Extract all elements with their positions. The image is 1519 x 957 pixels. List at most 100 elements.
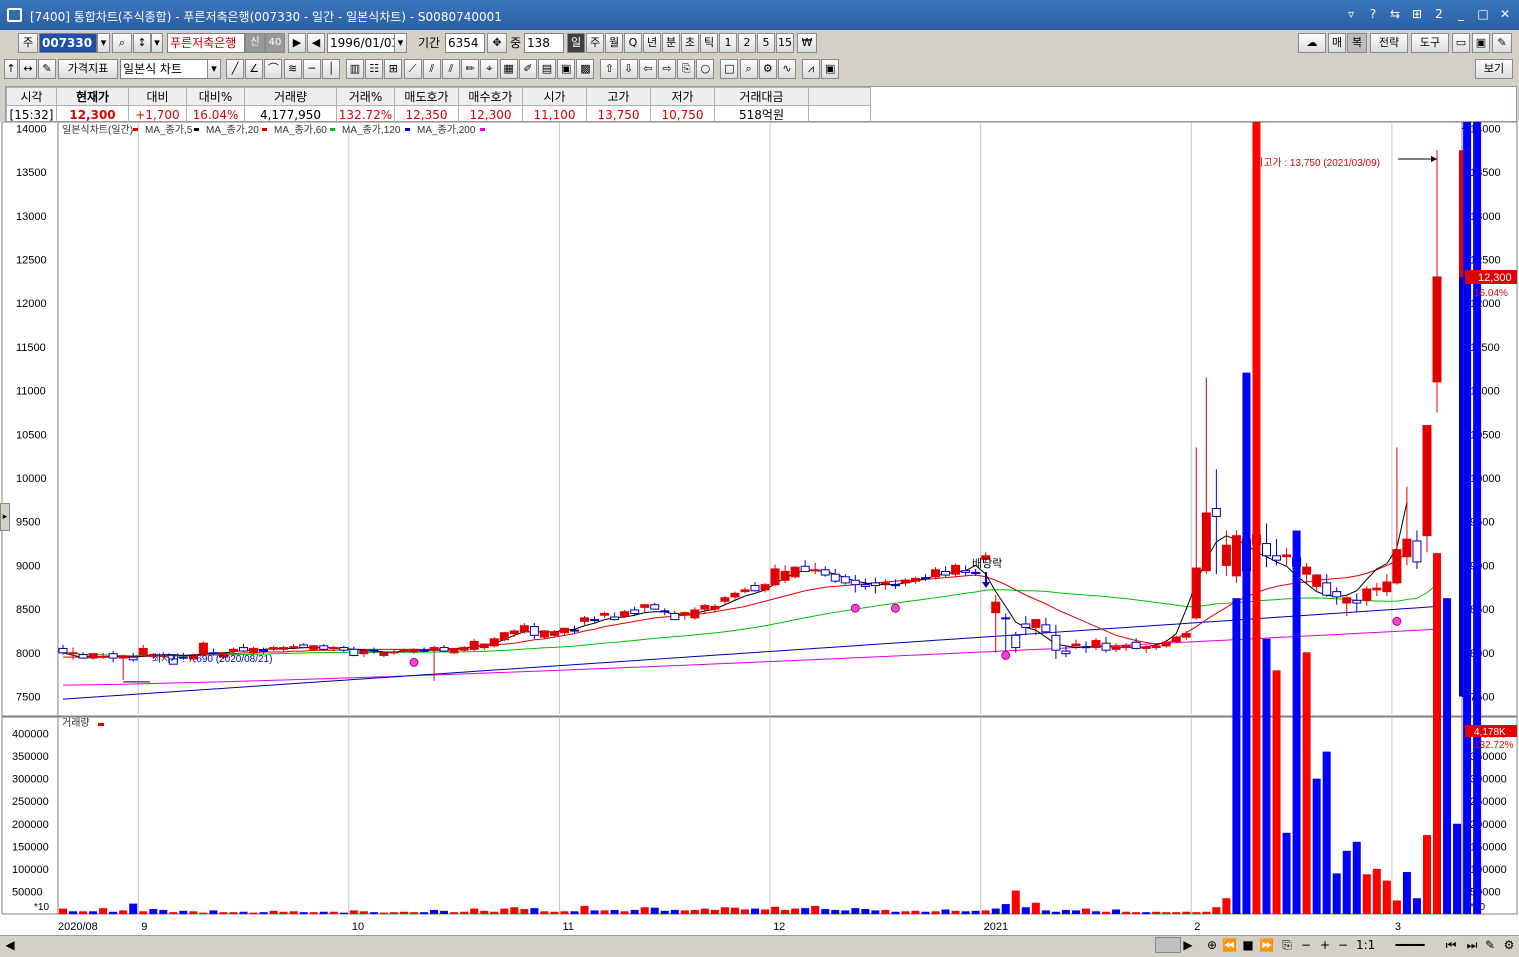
volume-bar[interactable]	[460, 911, 469, 914]
volume-bar[interactable]	[490, 911, 499, 914]
candle-up[interactable]	[329, 647, 339, 650]
order-buy-button[interactable]: 매	[1328, 33, 1346, 53]
chart-area[interactable]: 2020/08 9 10 11 12 2021 2 3 14000 14000 13500 13500…	[0, 122, 1519, 935]
ratio-label[interactable]: 1:1	[1356, 937, 1375, 953]
candle-down[interactable]	[349, 648, 359, 656]
volume-bar[interactable]	[1252, 122, 1261, 914]
volume-bar[interactable]	[1362, 874, 1371, 914]
volume-bar[interactable]	[640, 907, 649, 914]
volume-bar[interactable]	[69, 911, 78, 914]
date-input[interactable]: 1996/01/03	[327, 33, 395, 53]
volume-bar[interactable]	[1342, 850, 1351, 914]
volume-bar[interactable]	[379, 912, 388, 914]
candle-up[interactable]	[449, 648, 459, 654]
image-tool-icon[interactable]: ▤	[538, 59, 556, 79]
tools-button[interactable]: 도구	[1411, 33, 1449, 53]
volume-bar[interactable]	[560, 911, 569, 914]
candle-down[interactable]	[890, 584, 900, 587]
settings-wrench-icon[interactable]: ✎	[1492, 33, 1512, 53]
candle-down[interactable]	[630, 609, 640, 614]
candle-down[interactable]	[941, 571, 951, 576]
candle-up[interactable]	[1432, 276, 1442, 383]
interval-5-button[interactable]: 5	[757, 33, 775, 53]
candle-up[interactable]	[770, 568, 780, 586]
volume-bar[interactable]	[991, 908, 1000, 914]
candle-down[interactable]	[1061, 650, 1071, 655]
candle-up[interactable]	[640, 604, 650, 608]
candle-up[interactable]	[1031, 619, 1041, 628]
left-tool-icon[interactable]: ⇦	[638, 59, 657, 79]
volume-bar[interactable]	[921, 911, 930, 914]
candle-down[interactable]	[660, 610, 670, 613]
volume-bar[interactable]	[961, 911, 970, 914]
edit-chart-icon[interactable]: ✎	[1483, 937, 1497, 953]
cloud-icon[interactable]: ☁	[1298, 33, 1326, 53]
arc-tool-icon[interactable]: ⌒	[264, 59, 283, 79]
candle-up[interactable]	[730, 592, 740, 598]
candle-up[interactable]	[910, 578, 920, 582]
candle-down[interactable]	[800, 565, 810, 573]
candle-down[interactable]	[78, 654, 88, 659]
candle-up[interactable]	[720, 597, 730, 602]
volume-bar[interactable]	[941, 909, 950, 914]
volume-bar[interactable]	[149, 909, 158, 914]
candle-down[interactable]	[1211, 508, 1221, 517]
candle-down[interactable]	[1131, 641, 1141, 649]
volume-bar[interactable]	[189, 911, 198, 914]
candle-up[interactable]	[1151, 645, 1161, 649]
candle-down[interactable]	[1021, 623, 1031, 628]
candle-down[interactable]	[1041, 624, 1051, 633]
period-day-button[interactable]: 일	[567, 33, 585, 53]
volume-bar[interactable]	[871, 910, 880, 914]
candle-up[interactable]	[459, 647, 469, 651]
volume-bar[interactable]	[1212, 907, 1221, 914]
candle-up[interactable]	[549, 631, 559, 636]
candle-down[interactable]	[870, 582, 880, 587]
chart-scrollbar[interactable]: ◀ ▶ ⊕ ⏪ ■ ⏩ ⎘ − + − 1:1 ━━━━ ⏮ ⏭ ✎ ⚙	[0, 935, 1519, 953]
candle-up[interactable]	[1282, 554, 1292, 558]
pencil-tool-icon[interactable]: ✏	[461, 59, 480, 79]
code-dropdown-icon[interactable]: ▾	[97, 33, 110, 53]
candle-up[interactable]	[1181, 633, 1191, 638]
candle-up[interactable]	[279, 647, 289, 650]
volume-bar[interactable]	[1202, 911, 1211, 914]
candle-up[interactable]	[269, 647, 279, 650]
dropdown-icon[interactable]: ▿	[1343, 6, 1359, 22]
config-icon[interactable]: ⚙	[1502, 937, 1516, 953]
scroll-thumb[interactable]	[1155, 937, 1181, 953]
candle-up[interactable]	[249, 647, 259, 654]
candle-down[interactable]	[1001, 617, 1011, 620]
candle-up[interactable]	[810, 569, 820, 572]
candle-up[interactable]	[1221, 544, 1231, 566]
volume-bar[interactable]	[1292, 530, 1301, 914]
grid-tool-icon[interactable]: ☷	[365, 59, 384, 79]
volume-bar[interactable]	[1102, 911, 1111, 914]
candle-up[interactable]	[700, 605, 710, 610]
volume-bar[interactable]	[319, 911, 328, 914]
period-minute-button[interactable]: 분	[662, 33, 680, 53]
volume-bar[interactable]	[1001, 904, 1010, 914]
volume-bar[interactable]	[590, 910, 599, 914]
vline-tool-icon[interactable]: │	[322, 59, 340, 79]
folder-icon[interactable]: ▭	[1452, 33, 1470, 53]
candle-down[interactable]	[1262, 543, 1272, 557]
candle-down[interactable]	[299, 644, 309, 649]
candle-up[interactable]	[1392, 549, 1402, 584]
candle-up[interactable]	[1382, 581, 1392, 593]
candle-down[interactable]	[1051, 634, 1061, 651]
minus-icon[interactable]: −	[1299, 937, 1313, 953]
volume-bar[interactable]	[600, 910, 609, 914]
volume-bar[interactable]	[169, 912, 178, 914]
candle-up[interactable]	[359, 650, 369, 655]
candle-up[interactable]	[1312, 574, 1322, 587]
volume-bar[interactable]	[1422, 835, 1431, 914]
save-tool-icon[interactable]: ▣	[821, 59, 840, 79]
volume-bar[interactable]	[1011, 890, 1020, 914]
period-month-button[interactable]: 월	[605, 33, 623, 53]
volume-bar[interactable]	[931, 911, 940, 914]
chart-type-dropdown-icon[interactable]: ▾	[207, 59, 221, 79]
candle-up[interactable]	[780, 571, 790, 581]
candle-up[interactable]	[790, 566, 800, 578]
volume-bar[interactable]	[339, 912, 348, 914]
volume-bar[interactable]	[861, 909, 870, 914]
